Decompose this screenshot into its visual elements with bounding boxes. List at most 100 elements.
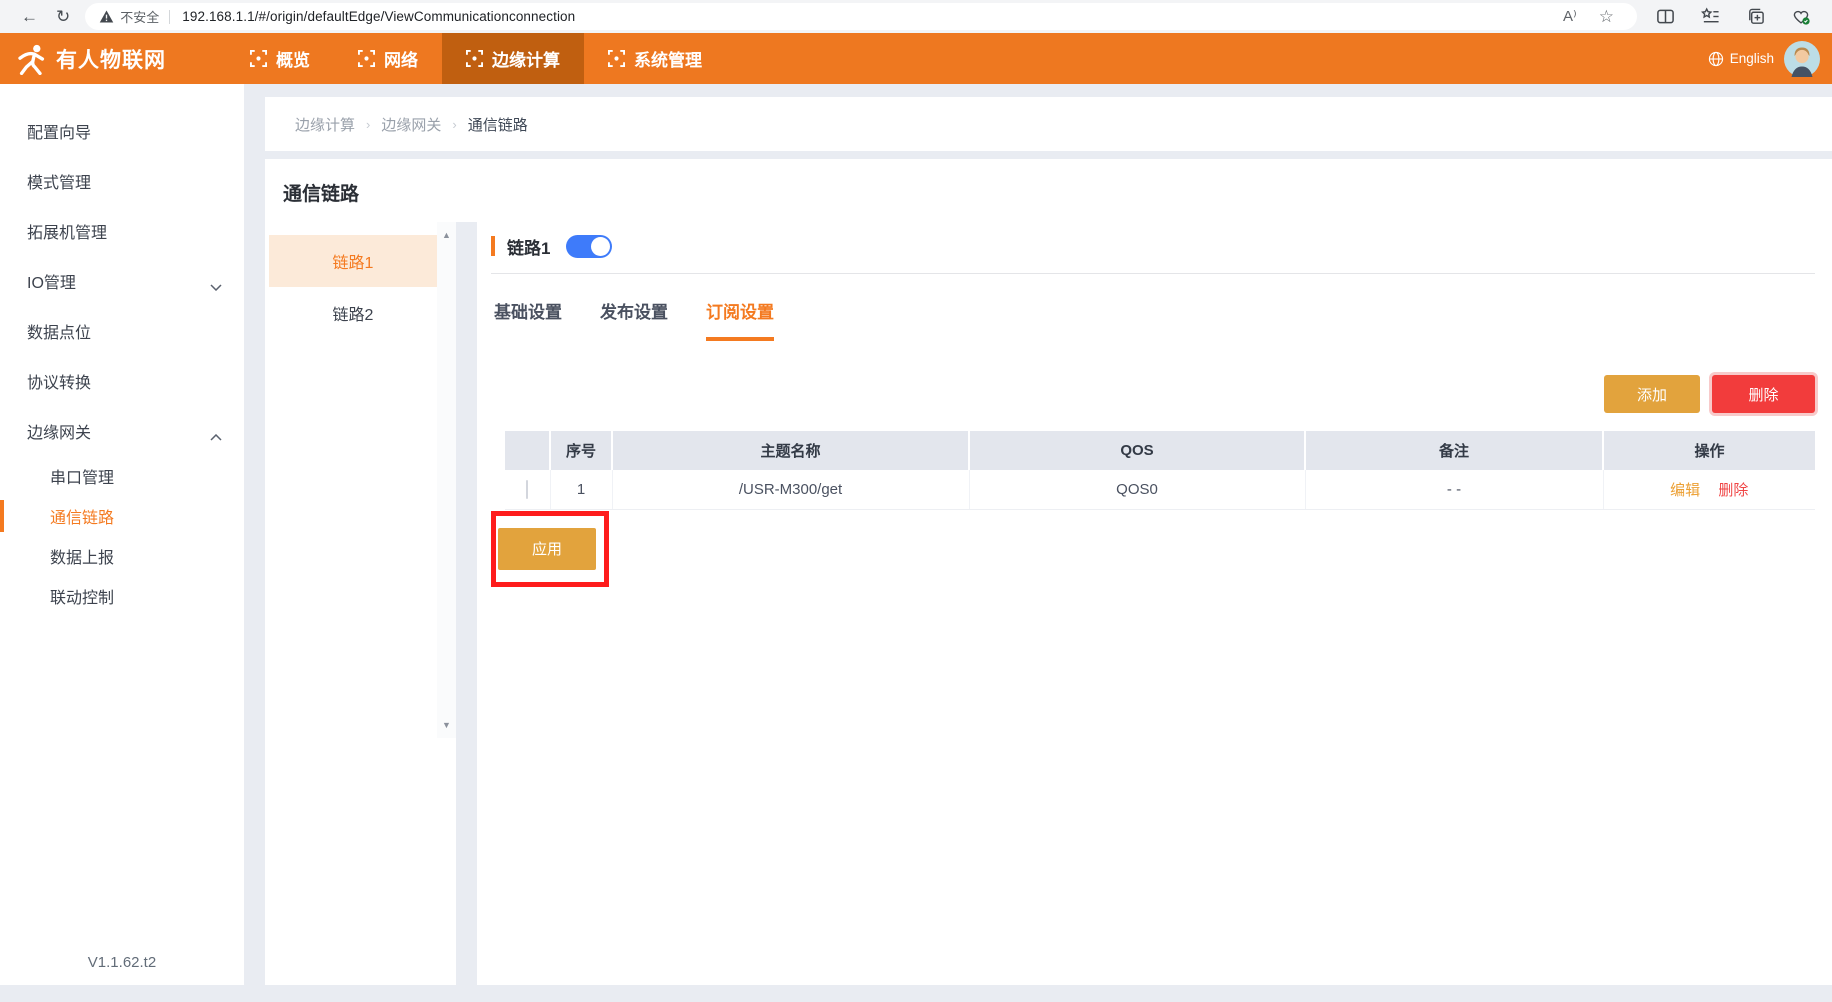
- divider: [491, 273, 1815, 274]
- tab-subscribe-settings[interactable]: 订阅设置: [706, 298, 774, 341]
- sidebar-item-label: 数据上报: [50, 544, 114, 568]
- column-header-index: 序号: [550, 431, 612, 470]
- tab-basic-settings[interactable]: 基础设置: [494, 298, 562, 341]
- click-highlight-annotation: 应用: [491, 511, 609, 587]
- sidebar-item-serial-port-management[interactable]: 串口管理: [0, 456, 244, 496]
- page-bottom-strip: [0, 985, 1832, 1002]
- nav-tab-overview[interactable]: 概览: [226, 33, 334, 84]
- table-header-row: 序号 主题名称 QOS 备注 操作: [505, 431, 1815, 470]
- app-navbar: 有人物联网 概览 网络 边缘计算 系统管理 English: [0, 33, 1832, 84]
- brand-name: 有人物联网: [56, 44, 166, 74]
- cell-index: 1: [550, 470, 612, 509]
- nav-tab-label: 系统管理: [634, 46, 702, 71]
- main-nav-tabs: 概览 网络 边缘计算 系统管理: [226, 33, 726, 84]
- sidebar-item-label: 配置向导: [27, 119, 91, 143]
- sidebar-item-edge-gateway[interactable]: 边缘网关: [0, 406, 244, 456]
- sidebar-item-label: 拓展机管理: [27, 219, 107, 243]
- navbar-right: English: [1708, 33, 1820, 84]
- breadcrumb-item[interactable]: 边缘网关: [381, 114, 441, 135]
- link-list-item-2[interactable]: 链路2: [269, 287, 437, 339]
- subscribe-topic-table: 序号 主题名称 QOS 备注 操作 1 /USR-M300/g: [505, 431, 1815, 510]
- browser-essentials-icon[interactable]: [1782, 7, 1820, 26]
- language-switcher[interactable]: English: [1708, 51, 1774, 67]
- scroll-down-icon[interactable]: ▼: [442, 720, 451, 730]
- sidebar-item-label: IO管理: [27, 269, 76, 293]
- scroll-up-icon[interactable]: ▲: [442, 230, 451, 240]
- link-settings-panel: 链路1 基础设置 发布设置 订阅设置 添加 删除: [477, 222, 1832, 985]
- sidebar: 配置向导 模式管理 拓展机管理 IO管理 数据点位 协议转换 边缘网关 串口管理…: [0, 84, 244, 985]
- tab-label: 基础设置: [494, 303, 562, 322]
- column-header-topic: 主题名称: [612, 431, 969, 470]
- link-item-label: 链路2: [333, 301, 374, 325]
- delete-button[interactable]: 删除: [1712, 375, 1815, 413]
- sidebar-item-linkage-control[interactable]: 联动控制: [0, 576, 244, 616]
- sidebar-item-io-management[interactable]: IO管理: [0, 256, 244, 306]
- row-delete-link[interactable]: 删除: [1718, 482, 1748, 499]
- sidebar-item-protocol-conversion[interactable]: 协议转换: [0, 356, 244, 406]
- nav-tab-label: 边缘计算: [492, 46, 560, 71]
- version-label: V1.1.62.t2: [0, 954, 244, 971]
- breadcrumb-current: 通信链路: [468, 114, 528, 135]
- link-list: 链路1 链路2 ▲ ▼: [269, 222, 456, 738]
- chevron-down-icon: [210, 278, 222, 296]
- language-label: English: [1730, 51, 1774, 66]
- user-avatar[interactable]: [1784, 41, 1820, 77]
- back-icon[interactable]: ←: [12, 8, 47, 25]
- table-row: 1 /USR-M300/get QOS0 - - 编辑 删除: [505, 470, 1815, 509]
- sidebar-item-label: 通信链路: [50, 504, 114, 528]
- accent-bar: [491, 236, 495, 256]
- tab-publish-settings[interactable]: 发布设置: [600, 298, 668, 341]
- nav-tab-network[interactable]: 网络: [334, 33, 442, 84]
- column-header-qos: QOS: [969, 431, 1305, 470]
- address-bar[interactable]: 不安全 192.168.1.1/#/origin/defaultEdge/Vie…: [85, 3, 1637, 30]
- sidebar-item-label: 协议转换: [27, 369, 91, 393]
- scan-frame-icon: [466, 50, 483, 67]
- sidebar-item-communication-link[interactable]: 通信链路: [0, 496, 244, 536]
- cell-topic: /USR-M300/get: [612, 470, 969, 509]
- breadcrumb-item[interactable]: 边缘计算: [295, 114, 355, 135]
- vertical-divider: [456, 222, 477, 985]
- link-list-item-1[interactable]: 链路1: [269, 235, 437, 287]
- sidebar-item-config-wizard[interactable]: 配置向导: [0, 106, 244, 156]
- nav-tab-label: 概览: [276, 46, 310, 71]
- sidebar-item-label: 串口管理: [50, 464, 114, 488]
- main-area: 边缘计算 › 边缘网关 › 通信链路 通信链路 链路1 链路2 ▲ ▼: [244, 84, 1832, 985]
- row-checkbox[interactable]: [526, 480, 528, 499]
- link-enable-toggle[interactable]: [566, 235, 612, 258]
- content-card: 通信链路 链路1 链路2 ▲ ▼: [265, 159, 1832, 985]
- nav-tab-system-management[interactable]: 系统管理: [584, 33, 726, 84]
- settings-tabs: 基础设置 发布设置 订阅设置: [491, 298, 1815, 341]
- apply-button[interactable]: 应用: [498, 528, 596, 570]
- collections-icon[interactable]: [1737, 7, 1774, 26]
- breadcrumb-separator: ›: [452, 117, 456, 132]
- favorite-star-icon[interactable]: ☆: [1590, 8, 1623, 25]
- sidebar-item-data-report[interactable]: 数据上报: [0, 536, 244, 576]
- cell-qos: QOS0: [969, 470, 1305, 509]
- cell-remark: - -: [1305, 470, 1603, 509]
- refresh-icon[interactable]: ↻: [47, 8, 79, 25]
- security-label: 不安全: [120, 7, 159, 26]
- url-text[interactable]: 192.168.1.1/#/origin/defaultEdge/ViewCom…: [182, 9, 1554, 24]
- edit-link[interactable]: 编辑: [1670, 482, 1700, 499]
- breadcrumb-bar: 边缘计算 › 边缘网关 › 通信链路: [265, 97, 1832, 151]
- breadcrumb-separator: ›: [366, 117, 370, 132]
- toggle-knob: [591, 237, 610, 256]
- nav-tab-label: 网络: [384, 46, 418, 71]
- sidebar-item-expansion-management[interactable]: 拓展机管理: [0, 206, 244, 256]
- scan-frame-icon: [608, 50, 625, 67]
- favorites-bar-icon[interactable]: [1692, 7, 1729, 26]
- scan-frame-icon: [250, 50, 267, 67]
- add-button[interactable]: 添加: [1604, 375, 1700, 413]
- tab-label: 发布设置: [600, 303, 668, 322]
- chevron-up-icon: [210, 428, 222, 446]
- panel-title: 链路1: [507, 234, 550, 259]
- split-screen-icon[interactable]: [1647, 7, 1684, 26]
- column-header-operation: 操作: [1603, 431, 1815, 470]
- nav-tab-edge-computing[interactable]: 边缘计算: [442, 33, 584, 84]
- brand[interactable]: 有人物联网: [16, 33, 212, 84]
- list-scrollbar[interactable]: ▲ ▼: [437, 222, 456, 738]
- read-aloud-icon[interactable]: A⁾: [1554, 9, 1586, 24]
- sidebar-item-data-points[interactable]: 数据点位: [0, 306, 244, 356]
- sidebar-item-mode-management[interactable]: 模式管理: [0, 156, 244, 206]
- insecure-warning-icon: [99, 9, 114, 24]
